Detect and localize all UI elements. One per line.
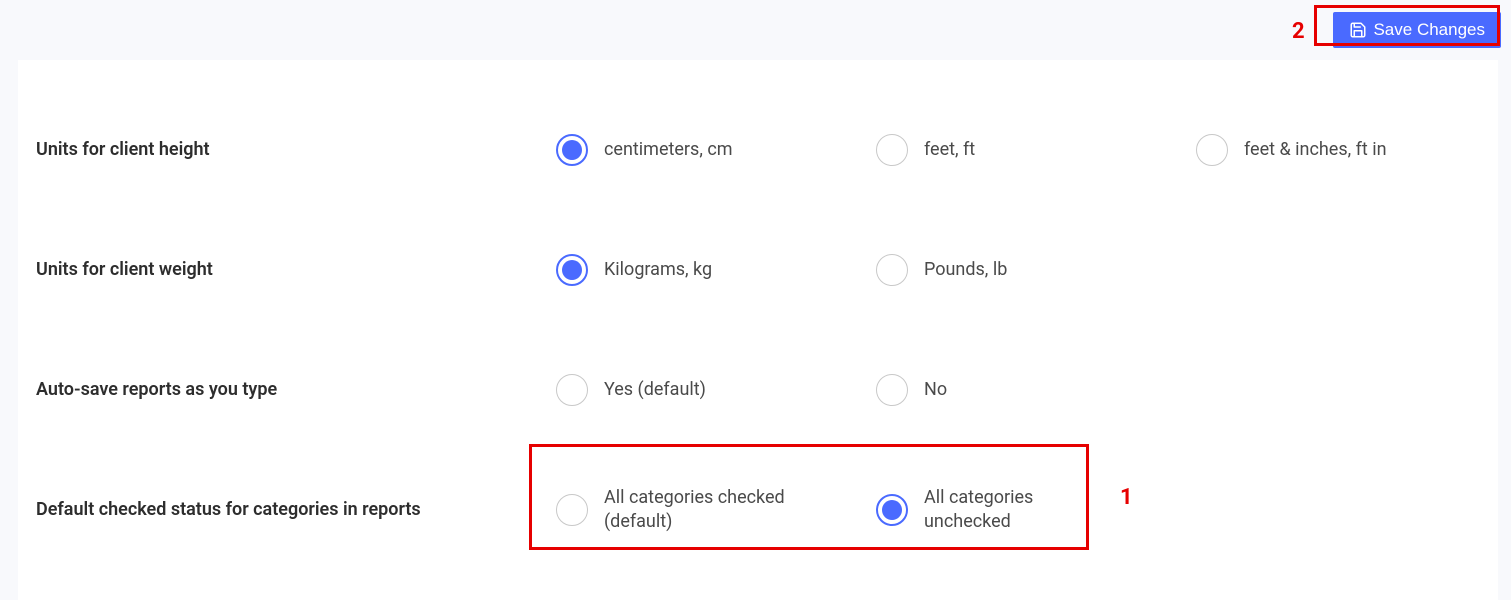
radio-option-height-ft[interactable]: feet, ft: [876, 134, 1196, 166]
setting-row-height: Units for client height centimeters, cm …: [36, 90, 1480, 210]
radio-option-weight-lb[interactable]: Pounds, lb: [876, 254, 1196, 286]
radio-icon: [1196, 134, 1228, 166]
radio-icon: [556, 254, 588, 286]
setting-row-autosave: Auto-save reports as you type Yes (defau…: [36, 330, 1480, 450]
radio-icon: [876, 494, 908, 526]
radio-icon: [876, 134, 908, 166]
autosave-options: Yes (default) No: [556, 374, 1480, 406]
setting-label-weight: Units for client weight: [36, 257, 556, 282]
settings-card: Units for client height centimeters, cm …: [18, 60, 1498, 600]
setting-label-height: Units for client height: [36, 137, 556, 162]
setting-label-autosave: Auto-save reports as you type: [36, 377, 556, 402]
radio-option-autosave-no[interactable]: No: [876, 374, 1196, 406]
option-label: feet & inches, ft in: [1244, 138, 1387, 162]
option-label: All categories unchecked: [924, 486, 1124, 535]
header-bar: Save Changes: [0, 0, 1511, 50]
setting-label-default-checked: Default checked status for categories in…: [36, 497, 556, 522]
option-label: All categories checked (default): [604, 486, 804, 535]
setting-row-weight: Units for client weight Kilograms, kg Po…: [36, 210, 1480, 330]
save-icon: [1349, 21, 1367, 39]
weight-options: Kilograms, kg Pounds, lb: [556, 254, 1480, 286]
radio-icon: [556, 494, 588, 526]
option-label: Kilograms, kg: [604, 258, 712, 282]
radio-icon: [876, 254, 908, 286]
save-changes-button[interactable]: Save Changes: [1333, 12, 1501, 48]
radio-option-default-unchecked[interactable]: All categories unchecked: [876, 486, 1196, 535]
radio-option-default-checked[interactable]: All categories checked (default): [556, 486, 876, 535]
radio-icon: [556, 134, 588, 166]
option-label: feet, ft: [924, 138, 975, 162]
option-label: No: [924, 378, 947, 402]
radio-option-height-cm[interactable]: centimeters, cm: [556, 134, 876, 166]
default-checked-options: All categories checked (default) All cat…: [556, 486, 1480, 535]
radio-option-height-ftin[interactable]: feet & inches, ft in: [1196, 134, 1476, 166]
radio-option-weight-kg[interactable]: Kilograms, kg: [556, 254, 876, 286]
radio-icon: [556, 374, 588, 406]
option-label: Pounds, lb: [924, 258, 1007, 282]
save-button-label: Save Changes: [1373, 20, 1485, 40]
radio-icon: [876, 374, 908, 406]
radio-option-autosave-yes[interactable]: Yes (default): [556, 374, 876, 406]
option-label: centimeters, cm: [604, 138, 733, 162]
option-label: Yes (default): [604, 378, 706, 402]
height-options: centimeters, cm feet, ft feet & inches, …: [556, 134, 1480, 166]
setting-row-default-checked: Default checked status for categories in…: [36, 450, 1480, 570]
